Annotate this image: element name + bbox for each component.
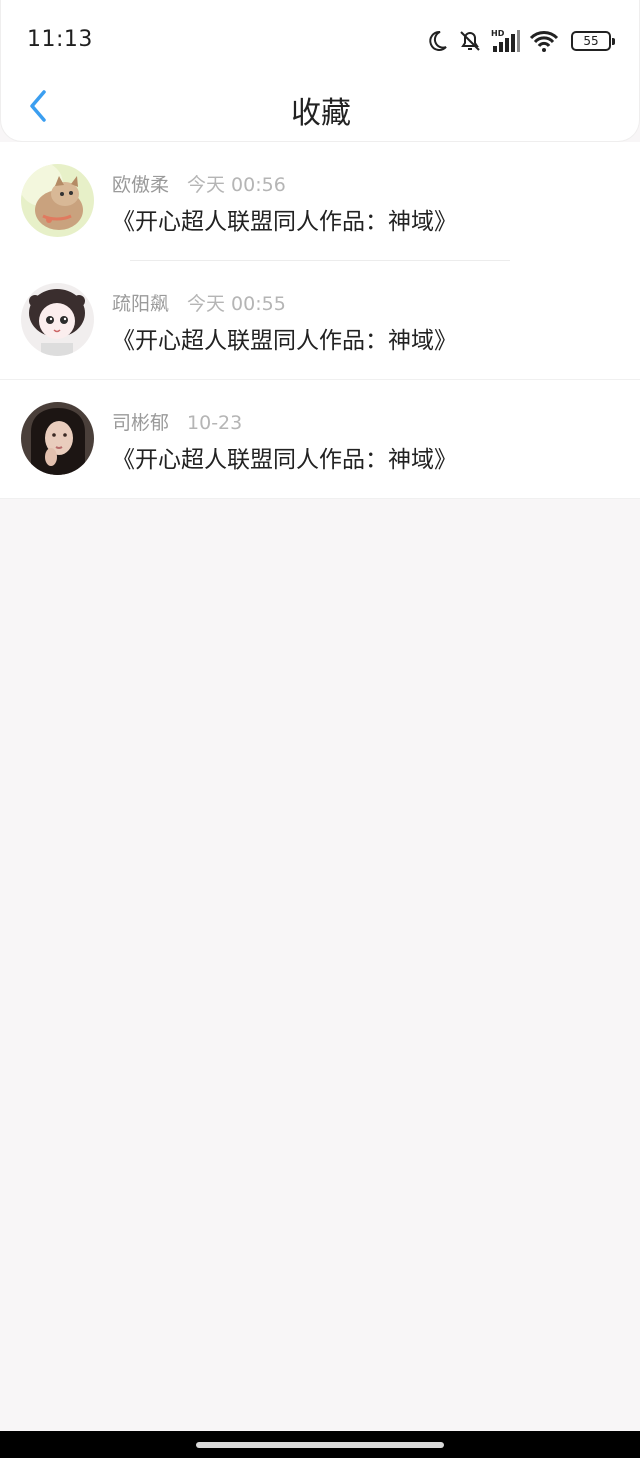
work-title[interactable]: 《开心超人联盟同人作品：神域》 (112, 202, 457, 236)
work-title[interactable]: 《开心超人联盟同人作品：神域》 (112, 321, 457, 355)
item-time: 今天 00:55 (187, 293, 286, 315)
author-name: 欧傲柔 (112, 174, 170, 196)
battery-icon: 55 (571, 31, 615, 51)
divider (0, 498, 640, 499)
header: 11:13 HD 55 收藏 (0, 0, 640, 142)
work-title[interactable]: 《开心超人联盟同人作品：神域》 (112, 440, 457, 474)
woman-photo-avatar[interactable] (21, 402, 94, 475)
nav-bar: 收藏 (1, 80, 640, 140)
navigation-bar (0, 1431, 640, 1458)
favorites-screen: 11:13 HD 55 收藏 欧傲柔 今天 00:56 《开心超人联盟同人作品：… (0, 0, 640, 1458)
status-icons: HD 55 (425, 26, 615, 56)
author-name: 疏阳飙 (112, 293, 170, 315)
home-indicator[interactable] (196, 1442, 444, 1448)
item-meta: 司彬郁 10-23 (112, 408, 242, 435)
page-title: 收藏 (291, 96, 351, 131)
status-bar: 11:13 HD 55 (1, 0, 640, 80)
author-name: 司彬郁 (112, 412, 170, 434)
list-item[interactable]: 疏阳飙 今天 00:55 《开心超人联盟同人作品：神域》 (0, 261, 640, 380)
signal-hd-icon: HD (491, 28, 521, 54)
list-item[interactable]: 司彬郁 10-23 《开心超人联盟同人作品：神域》 (0, 380, 640, 499)
cat-avatar[interactable] (21, 164, 94, 237)
favorites-list: 欧傲柔 今天 00:56 《开心超人联盟同人作品：神域》 疏阳飙 今天 00:5… (0, 142, 640, 499)
svg-text:HD: HD (491, 29, 505, 38)
status-time: 11:13 (27, 27, 93, 52)
item-time: 今天 00:56 (187, 174, 286, 196)
anime-girl-avatar[interactable] (21, 283, 94, 356)
wifi-icon (529, 29, 559, 53)
item-meta: 疏阳飙 今天 00:55 (112, 289, 286, 316)
moon-icon (425, 29, 449, 53)
bell-off-icon (457, 28, 483, 54)
item-meta: 欧傲柔 今天 00:56 (112, 170, 286, 197)
list-item[interactable]: 欧傲柔 今天 00:56 《开心超人联盟同人作品：神域》 (0, 142, 640, 261)
item-time: 10-23 (187, 412, 243, 434)
